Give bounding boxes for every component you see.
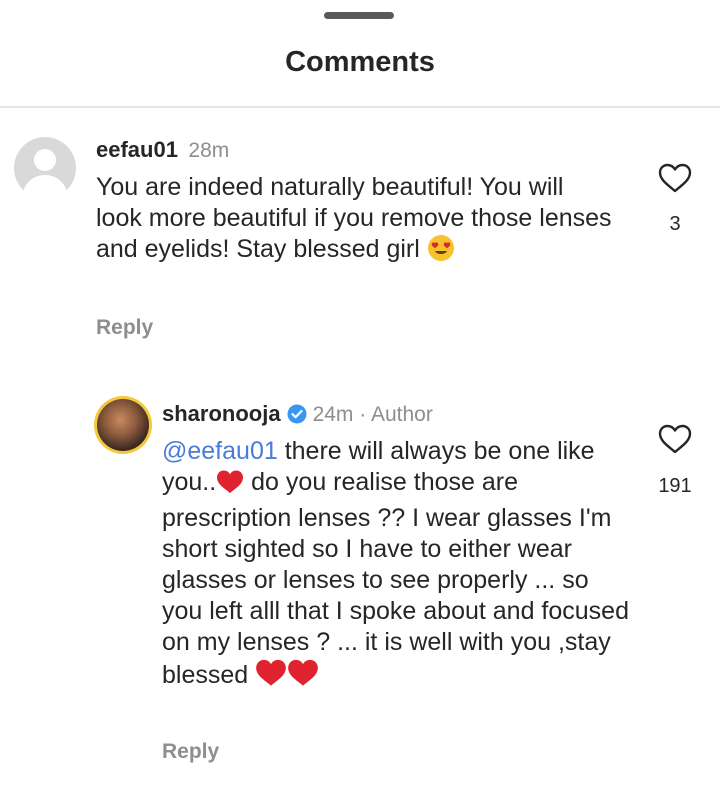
comment-time: 28m [188,139,230,162]
page-title: Comments [285,46,435,78]
separator-dot: · [353,403,371,426]
avatar[interactable] [94,396,152,454]
mention-link[interactable]: @eefau01 [162,437,278,465]
comment-username[interactable]: eefau01 [96,137,178,162]
like-heart-icon[interactable] [658,424,692,459]
like-heart-icon[interactable] [658,163,692,198]
reply-text: @eefau01 there will always be one like y… [162,436,632,696]
author-tag: Author [370,403,433,426]
like-count: 3 [669,213,681,235]
drag-handle[interactable] [324,12,394,19]
reply-button[interactable]: Reply [96,316,153,340]
avatar-photo [97,399,149,451]
comment-header: eefau01 28m [96,137,229,163]
comment-body: You are indeed naturally beautiful! You … [96,173,612,263]
red-heart-emoji-icon [255,658,287,696]
comment-text: You are indeed naturally beautiful! You … [96,172,616,270]
red-heart-emoji-icon [216,469,244,503]
reply-username[interactable]: sharonooja [162,401,281,426]
header-divider [0,106,720,108]
avatar-body-shape [23,175,67,199]
avatar[interactable] [14,137,76,199]
avatar-head-shape [34,149,56,171]
like-count: 191 [658,475,692,497]
reply-time: 24m [312,403,354,426]
verified-badge-icon [287,404,307,424]
heart-eyes-emoji-icon [427,234,455,270]
red-heart-emoji-icon [287,658,319,696]
reply-header: sharonooja 24m · Author [162,401,433,427]
reply-button[interactable]: Reply [162,740,219,764]
